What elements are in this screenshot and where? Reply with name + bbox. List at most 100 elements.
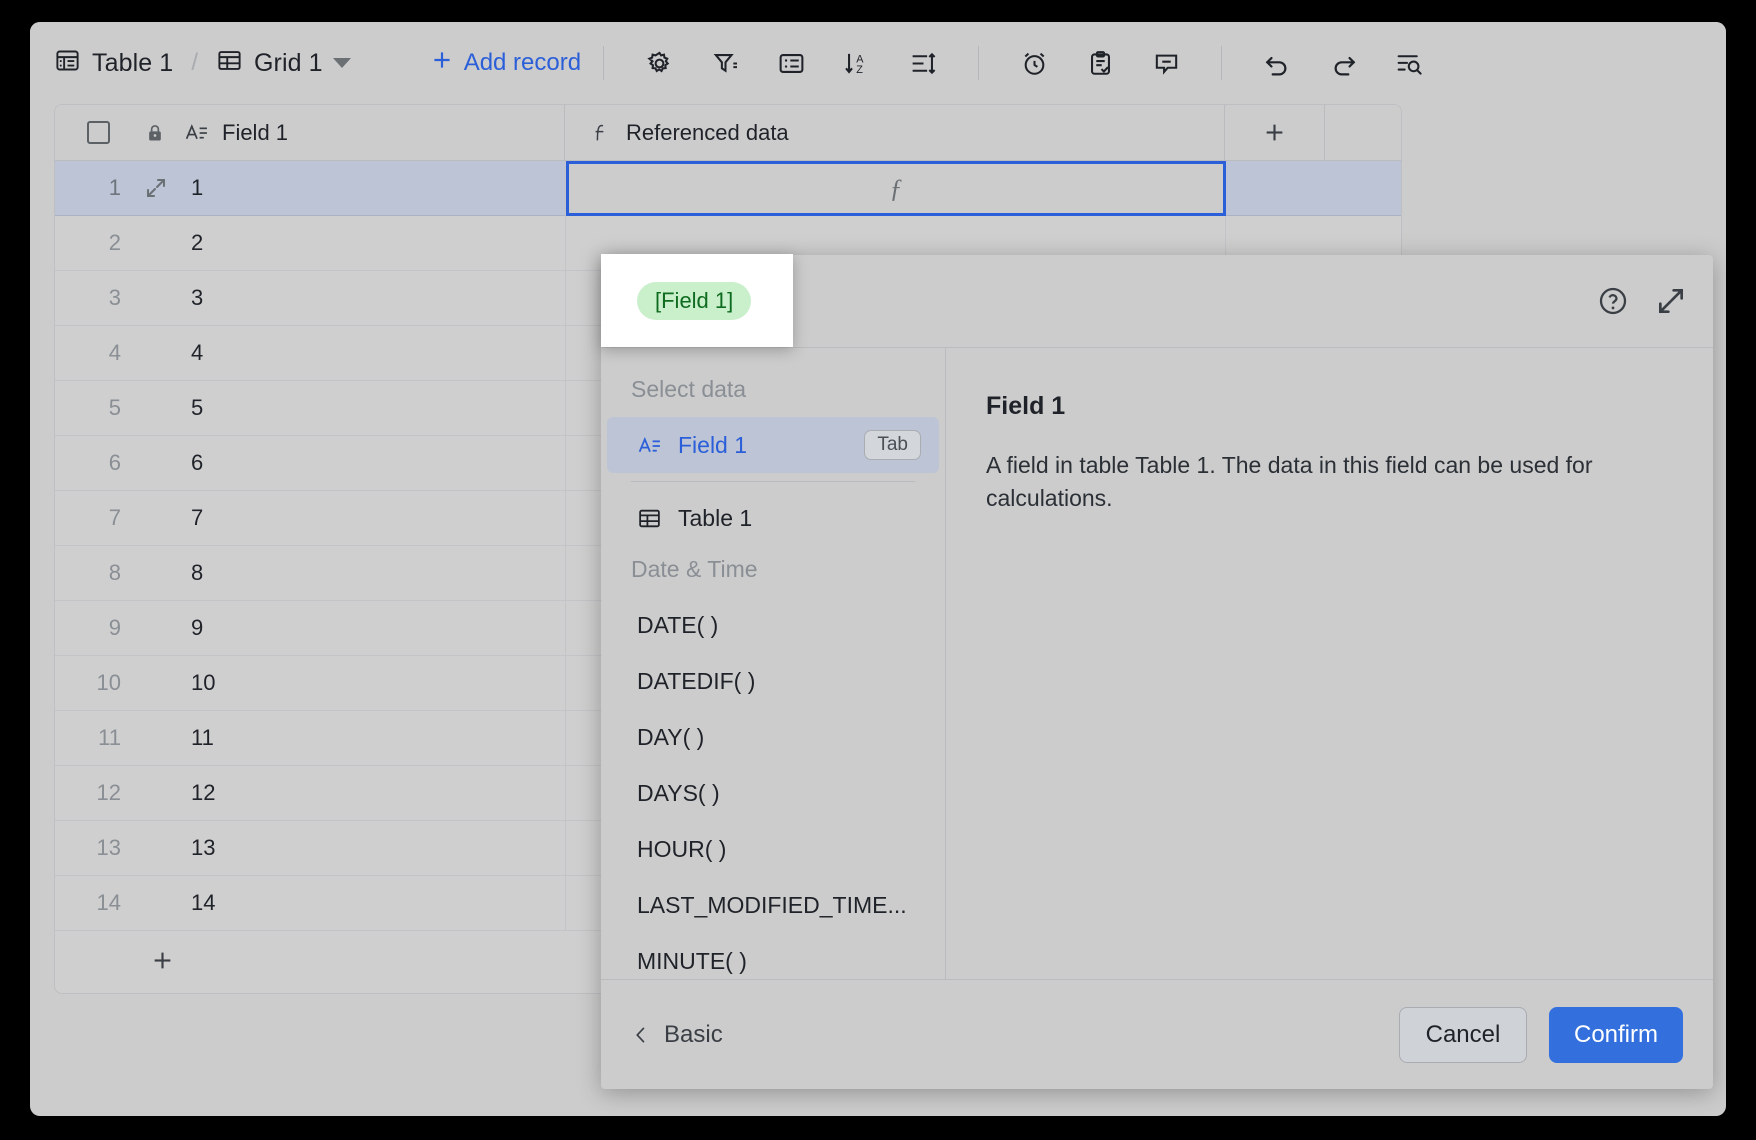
formula-cell-editor[interactable]: ƒ [566,161,1226,216]
cell-field-1[interactable]: 13 [185,835,565,861]
function-item-label: HOUR( ) [637,836,726,863]
toolbar-icon-group-history [1244,41,1442,85]
keyboard-shortcut-badge: Tab [864,430,921,460]
row-number: 14 [55,890,127,916]
undo-icon[interactable] [1251,41,1303,85]
function-item-field-1[interactable]: Field 1 Tab [607,417,939,473]
alarm-icon[interactable] [1008,41,1060,85]
function-list[interactable]: Select data Field 1 Tab [601,348,946,979]
cell-field-1[interactable]: 3 [185,285,565,311]
formula-panel-body: Select data Field 1 Tab [601,348,1713,979]
function-item-table-1[interactable]: Table 1 [607,490,939,546]
select-all-checkbox[interactable] [87,121,110,144]
column-header-field-1[interactable]: Field 1 [55,105,565,160]
function-item-days[interactable]: DAYS( ) [607,765,939,821]
cell-field-1[interactable]: 11 [185,725,565,751]
cell-field-1[interactable]: 14 [185,890,565,916]
row-number: 13 [55,835,127,861]
help-circle-icon[interactable] [1597,285,1629,317]
table-icon [54,47,81,79]
function-item-label: DATE( ) [637,612,718,639]
column-header-label: Referenced data [626,120,789,146]
cell-field-1[interactable]: 7 [185,505,565,531]
cell-field-1[interactable]: 6 [185,450,565,476]
chevron-down-icon[interactable] [333,58,351,68]
expand-icon[interactable] [1655,285,1687,317]
toolbar-divider-1 [603,46,604,80]
table-icon [637,506,662,531]
group-label-date-time: Date & Time [601,546,945,597]
function-item-date[interactable]: DATE( ) [607,597,939,653]
view-name-label: Grid 1 [254,49,323,78]
cell-field-1[interactable]: 12 [185,780,565,806]
text-field-icon [184,120,209,145]
function-detail-pane: Field 1 A field in table Table 1. The da… [946,348,1713,979]
function-item-last-modified-time[interactable]: LAST_MODIFIED_TIME... [607,877,939,933]
row-number: 10 [55,670,127,696]
cell-field-1[interactable]: 5 [185,395,565,421]
function-item-label: DAY( ) [637,724,704,751]
back-label: Basic [664,1021,723,1049]
detail-title: Field 1 [986,392,1673,421]
function-item-label: DAYS( ) [637,780,720,807]
formula-icon: ƒ [890,174,903,204]
cell-field-1[interactable]: 1 [185,175,565,201]
group-label-select-data: Select data [601,366,945,417]
confirm-button[interactable]: Confirm [1549,1007,1683,1063]
row-number: 1 [55,175,127,201]
add-column-button[interactable] [1225,105,1325,160]
function-item-label: LAST_MODIFIED_TIME... [637,892,907,919]
add-record-label: Add record [464,49,581,77]
function-item-minute[interactable]: MINUTE( ) [607,933,939,979]
toolbar-divider-3 [1221,46,1222,80]
breadcrumb-view[interactable]: Grid 1 [216,47,323,79]
back-to-basic-button[interactable]: Basic [631,1021,723,1049]
row-number: 4 [55,340,127,366]
table-name-label: Table 1 [92,49,173,78]
cell-field-1[interactable]: 10 [185,670,565,696]
function-item-hour[interactable]: HOUR( ) [607,821,939,877]
redo-icon[interactable] [1317,41,1369,85]
add-record-button[interactable]: Add record [429,47,581,80]
comment-icon[interactable] [1140,41,1192,85]
svg-text:Z: Z [856,64,863,76]
footer-actions: Cancel Confirm [1399,1007,1683,1063]
row-number: 12 [55,780,127,806]
grid-header-row: Field 1 Referenced data [55,105,1401,161]
text-field-icon [637,433,662,458]
app-window: Table 1 / Grid 1 Add record [30,22,1726,1116]
column-header-referenced-data[interactable]: Referenced data [565,105,1225,160]
cell-field-1[interactable]: 8 [185,560,565,586]
cancel-button[interactable]: Cancel [1399,1007,1527,1063]
list-divider [631,481,915,482]
toolbar-divider-2 [978,46,979,80]
sort-az-icon[interactable]: A Z [831,41,883,85]
function-item-label: Table 1 [678,505,752,532]
task-list-icon[interactable] [1074,41,1126,85]
row-number: 2 [55,230,127,256]
function-item-day[interactable]: DAY( ) [607,709,939,765]
filter-icon[interactable] [699,41,751,85]
function-item-label: Field 1 [678,432,747,459]
row-height-icon[interactable] [897,41,949,85]
plus-icon [429,47,455,80]
row-number: 3 [55,285,127,311]
breadcrumb-separator: / [191,49,198,77]
row-number: 8 [55,560,127,586]
formula-icon [591,120,613,146]
cell-field-1[interactable]: 4 [185,340,565,366]
group-icon[interactable] [765,41,817,85]
cell-field-1[interactable]: 2 [185,230,565,256]
expand-row-icon[interactable] [127,176,185,200]
toolbar-icon-group-tools [1001,41,1199,85]
cell-field-1[interactable]: 9 [185,615,565,641]
chevron-left-icon [631,1023,651,1047]
field-token-tag[interactable]: [Field 1] [637,282,751,320]
gear-icon[interactable] [633,41,685,85]
function-item-label: DATEDIF( ) [637,668,755,695]
search-list-icon[interactable] [1383,41,1435,85]
lock-icon [145,122,165,144]
function-item-datedif[interactable]: DATEDIF( ) [607,653,939,709]
breadcrumb-table[interactable]: Table 1 [54,47,173,79]
formula-panel-footer: Basic Cancel Confirm [601,979,1713,1089]
